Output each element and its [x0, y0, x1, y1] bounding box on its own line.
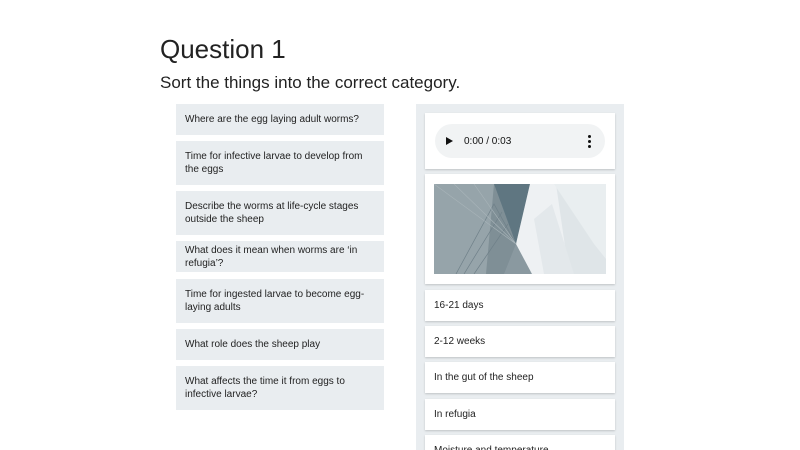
answer-option[interactable]: 2-12 weeks: [425, 326, 615, 357]
draggable-item[interactable]: What role does the sheep play: [176, 329, 384, 360]
answer-option[interactable]: 16-21 days: [425, 290, 615, 321]
answer-option[interactable]: Moisture and temperature: [425, 435, 615, 450]
audio-time: 0:00 / 0:03: [464, 135, 512, 147]
answer-option[interactable]: In the gut of the sheep: [425, 362, 615, 393]
draggable-item[interactable]: Time for infective larvae to develop fro…: [176, 141, 384, 185]
draggable-item[interactable]: Where are the egg laying adult worms?: [176, 104, 384, 135]
audio-card: 0:00 / 0:03: [425, 113, 615, 169]
draggable-item[interactable]: Describe the worms at life-cycle stages …: [176, 191, 384, 235]
more-options-icon[interactable]: [587, 134, 591, 148]
draggable-item[interactable]: What does it mean when worms are ‘in ref…: [176, 241, 384, 272]
answer-option[interactable]: In refugia: [425, 399, 615, 430]
draggable-item[interactable]: Time for ingested larvae to become egg-l…: [176, 279, 384, 323]
category-panel[interactable]: 0:00 / 0:03 16-21 days 2-12 weeks In the…: [416, 104, 624, 450]
audio-player[interactable]: 0:00 / 0:03: [435, 124, 605, 158]
draggable-item[interactable]: What affects the time it from eggs to in…: [176, 366, 384, 410]
abstract-grey-image: [434, 184, 606, 274]
question-instruction: Sort the things into the correct categor…: [160, 73, 461, 92]
image-card[interactable]: [425, 174, 615, 284]
question-title: Question 1: [160, 34, 286, 64]
play-icon[interactable]: [446, 137, 453, 145]
